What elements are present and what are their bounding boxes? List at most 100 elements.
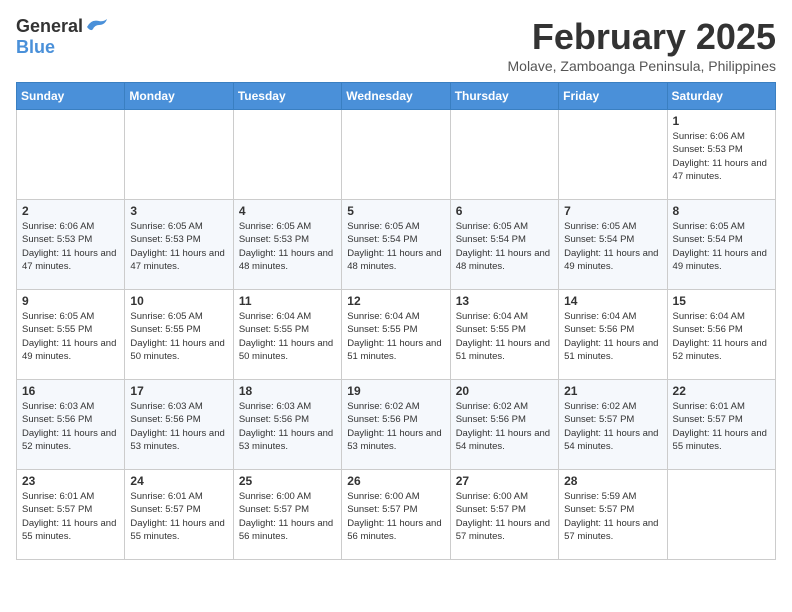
day-info: Sunrise: 5:59 AM Sunset: 5:57 PM Dayligh… [564, 490, 661, 543]
weekday-header-tuesday: Tuesday [233, 83, 341, 110]
calendar-cell: 4 Sunrise: 6:05 AM Sunset: 5:53 PM Daylig… [233, 200, 341, 290]
day-number: 14 [564, 294, 661, 308]
calendar-cell: 9 Sunrise: 6:05 AM Sunset: 5:55 PM Daylig… [17, 290, 125, 380]
calendar-cell: 28 Sunrise: 5:59 AM Sunset: 5:57 PM Dayli… [559, 470, 667, 560]
day-info: Sunrise: 6:02 AM Sunset: 5:56 PM Dayligh… [456, 400, 553, 453]
day-info: Sunrise: 6:05 AM Sunset: 5:53 PM Dayligh… [239, 220, 336, 273]
calendar-cell: 13 Sunrise: 6:04 AM Sunset: 5:55 PM Dayli… [450, 290, 558, 380]
calendar-cell [667, 470, 775, 560]
calendar-cell: 23Sunrise: 6:01 AM Sunset: 5:57 PM Dayli… [17, 470, 125, 560]
weekday-header-row: SundayMondayTuesdayWednesdayThursdayFrid… [17, 83, 776, 110]
weekday-header-wednesday: Wednesday [342, 83, 450, 110]
calendar-cell: 18Sunrise: 6:03 AM Sunset: 5:56 PM Dayli… [233, 380, 341, 470]
day-number: 1 [673, 114, 770, 128]
calendar-cell: 20 Sunrise: 6:02 AM Sunset: 5:56 PM Dayli… [450, 380, 558, 470]
day-info: Sunrise: 6:00 AM Sunset: 5:57 PM Dayligh… [347, 490, 444, 543]
day-number: 12 [347, 294, 444, 308]
weekday-header-friday: Friday [559, 83, 667, 110]
calendar-cell [450, 110, 558, 200]
day-number: 28 [564, 474, 661, 488]
calendar-cell [125, 110, 233, 200]
calendar-week-row: 2 Sunrise: 6:06 AM Sunset: 5:53 PM Daylig… [17, 200, 776, 290]
day-number: 19 [347, 384, 444, 398]
calendar-cell: 2 Sunrise: 6:06 AM Sunset: 5:53 PM Daylig… [17, 200, 125, 290]
day-number: 13 [456, 294, 553, 308]
day-info: Sunrise: 6:04 AM Sunset: 5:55 PM Dayligh… [456, 310, 553, 363]
calendar-cell: 17 Sunrise: 6:03 AM Sunset: 5:56 PM Dayli… [125, 380, 233, 470]
day-number: 22 [673, 384, 770, 398]
day-info: Sunrise: 6:06 AM Sunset: 5:53 PM Dayligh… [22, 220, 119, 273]
calendar-cell: 21Sunrise: 6:02 AM Sunset: 5:57 PM Dayli… [559, 380, 667, 470]
day-number: 27 [456, 474, 553, 488]
calendar-cell: 19 Sunrise: 6:02 AM Sunset: 5:56 PM Dayli… [342, 380, 450, 470]
calendar-cell: 3 Sunrise: 6:05 AM Sunset: 5:53 PM Daylig… [125, 200, 233, 290]
calendar-table: SundayMondayTuesdayWednesdayThursdayFrid… [16, 82, 776, 560]
calendar-week-row: 16 Sunrise: 6:03 AM Sunset: 5:56 PM Dayli… [17, 380, 776, 470]
calendar-cell: 27 Sunrise: 6:00 AM Sunset: 5:57 PM Dayli… [450, 470, 558, 560]
calendar-cell: 5 Sunrise: 6:05 AM Sunset: 5:54 PM Daylig… [342, 200, 450, 290]
calendar-cell: 16 Sunrise: 6:03 AM Sunset: 5:56 PM Dayli… [17, 380, 125, 470]
calendar-cell: 10 Sunrise: 6:05 AM Sunset: 5:55 PM Dayli… [125, 290, 233, 380]
calendar-cell: 1 Sunrise: 6:06 AM Sunset: 5:53 PM Daylig… [667, 110, 775, 200]
day-number: 24 [130, 474, 227, 488]
calendar-cell: 7 Sunrise: 6:05 AM Sunset: 5:54 PM Daylig… [559, 200, 667, 290]
logo-blue-text: Blue [16, 37, 55, 58]
calendar-week-row: 9 Sunrise: 6:05 AM Sunset: 5:55 PM Daylig… [17, 290, 776, 380]
day-info: Sunrise: 6:00 AM Sunset: 5:57 PM Dayligh… [239, 490, 336, 543]
day-number: 16 [22, 384, 119, 398]
day-number: 20 [456, 384, 553, 398]
day-info: Sunrise: 6:02 AM Sunset: 5:56 PM Dayligh… [347, 400, 444, 453]
day-info: Sunrise: 6:04 AM Sunset: 5:56 PM Dayligh… [673, 310, 770, 363]
weekday-header-saturday: Saturday [667, 83, 775, 110]
calendar-cell: 22 Sunrise: 6:01 AM Sunset: 5:57 PM Dayli… [667, 380, 775, 470]
day-number: 3 [130, 204, 227, 218]
calendar-cell: 8 Sunrise: 6:05 AM Sunset: 5:54 PM Daylig… [667, 200, 775, 290]
day-info: Sunrise: 6:01 AM Sunset: 5:57 PM Dayligh… [673, 400, 770, 453]
calendar-cell: 25Sunrise: 6:00 AM Sunset: 5:57 PM Dayli… [233, 470, 341, 560]
calendar-cell [559, 110, 667, 200]
calendar-cell: 24 Sunrise: 6:01 AM Sunset: 5:57 PM Dayli… [125, 470, 233, 560]
day-info: Sunrise: 6:06 AM Sunset: 5:53 PM Dayligh… [673, 130, 770, 183]
day-number: 7 [564, 204, 661, 218]
day-number: 11 [239, 294, 336, 308]
day-info: Sunrise: 6:05 AM Sunset: 5:55 PM Dayligh… [22, 310, 119, 363]
calendar-cell: 26 Sunrise: 6:00 AM Sunset: 5:57 PM Dayli… [342, 470, 450, 560]
logo-bird-icon [85, 17, 109, 37]
day-number: 5 [347, 204, 444, 218]
day-number: 9 [22, 294, 119, 308]
day-info: Sunrise: 6:05 AM Sunset: 5:54 PM Dayligh… [564, 220, 661, 273]
day-number: 6 [456, 204, 553, 218]
day-number: 8 [673, 204, 770, 218]
title-area: February 2025 Molave, Zamboanga Peninsul… [508, 16, 777, 74]
weekday-header-sunday: Sunday [17, 83, 125, 110]
calendar-cell: 12Sunrise: 6:04 AM Sunset: 5:55 PM Dayli… [342, 290, 450, 380]
day-info: Sunrise: 6:03 AM Sunset: 5:56 PM Dayligh… [130, 400, 227, 453]
day-info: Sunrise: 6:05 AM Sunset: 5:54 PM Dayligh… [347, 220, 444, 273]
calendar-cell: 6 Sunrise: 6:05 AM Sunset: 5:54 PM Daylig… [450, 200, 558, 290]
day-number: 17 [130, 384, 227, 398]
day-number: 10 [130, 294, 227, 308]
day-info: Sunrise: 6:05 AM Sunset: 5:55 PM Dayligh… [130, 310, 227, 363]
calendar-cell [17, 110, 125, 200]
day-number: 2 [22, 204, 119, 218]
calendar-cell: 11 Sunrise: 6:04 AM Sunset: 5:55 PM Dayli… [233, 290, 341, 380]
day-info: Sunrise: 6:03 AM Sunset: 5:56 PM Dayligh… [22, 400, 119, 453]
day-info: Sunrise: 6:05 AM Sunset: 5:54 PM Dayligh… [456, 220, 553, 273]
day-number: 4 [239, 204, 336, 218]
day-info: Sunrise: 6:04 AM Sunset: 5:56 PM Dayligh… [564, 310, 661, 363]
day-info: Sunrise: 6:01 AM Sunset: 5:57 PM Dayligh… [130, 490, 227, 543]
day-info: Sunrise: 6:03 AM Sunset: 5:56 PM Dayligh… [239, 400, 336, 453]
day-info: Sunrise: 6:01 AM Sunset: 5:57 PM Dayligh… [22, 490, 119, 543]
weekday-header-thursday: Thursday [450, 83, 558, 110]
day-info: Sunrise: 6:00 AM Sunset: 5:57 PM Dayligh… [456, 490, 553, 543]
day-info: Sunrise: 6:05 AM Sunset: 5:54 PM Dayligh… [673, 220, 770, 273]
day-info: Sunrise: 6:04 AM Sunset: 5:55 PM Dayligh… [239, 310, 336, 363]
calendar-week-row: 1 Sunrise: 6:06 AM Sunset: 5:53 PM Daylig… [17, 110, 776, 200]
calendar-cell: 15Sunrise: 6:04 AM Sunset: 5:56 PM Dayli… [667, 290, 775, 380]
day-number: 26 [347, 474, 444, 488]
logo: General Blue [16, 16, 109, 58]
logo-general-text: General [16, 16, 83, 37]
day-info: Sunrise: 6:05 AM Sunset: 5:53 PM Dayligh… [130, 220, 227, 273]
month-title: February 2025 [508, 16, 777, 58]
day-info: Sunrise: 6:02 AM Sunset: 5:57 PM Dayligh… [564, 400, 661, 453]
